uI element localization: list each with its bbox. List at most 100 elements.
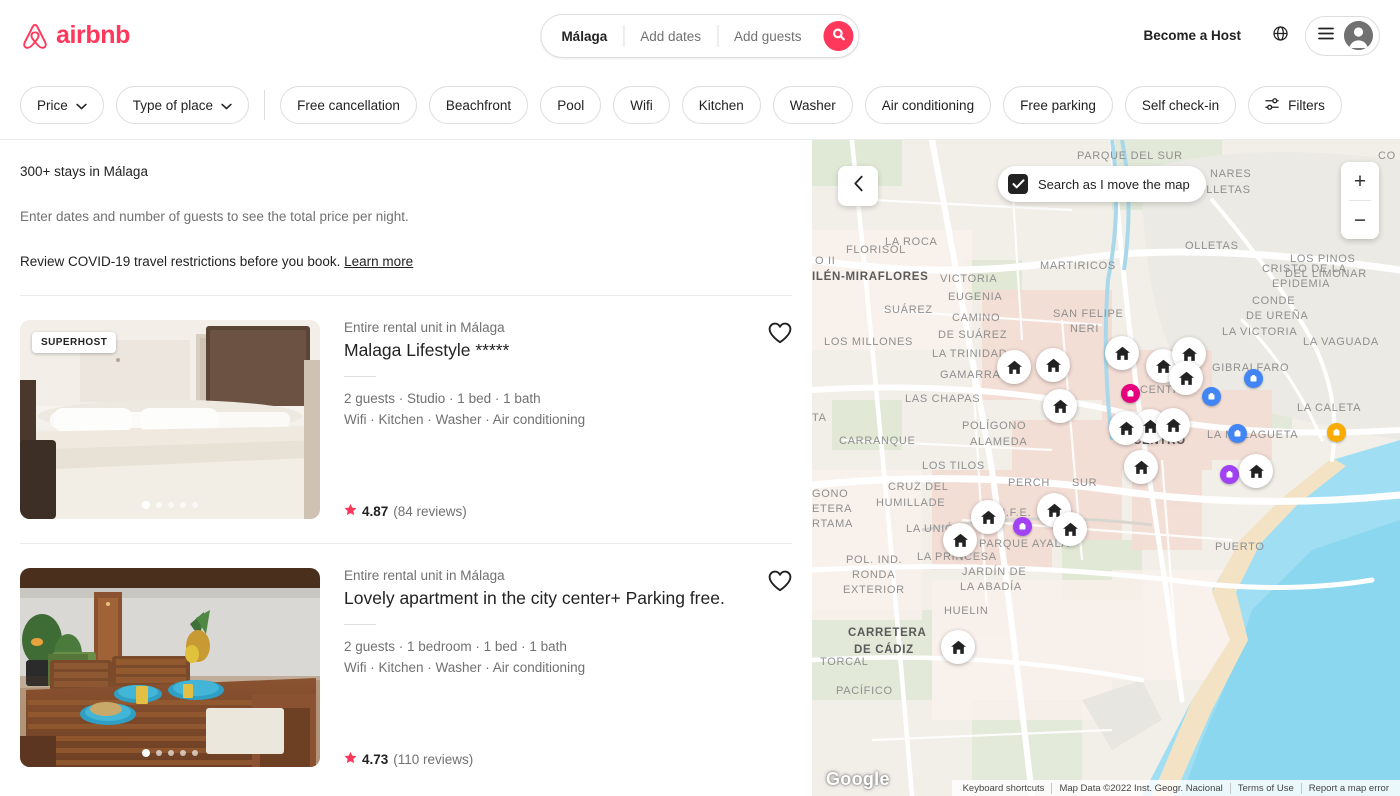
airbnb-search-page: airbnb Málaga Add dates Add guests Becom… xyxy=(0,0,1400,796)
house-marker-icon[interactable] xyxy=(997,350,1031,384)
filter-chip-free-parking[interactable]: Free parking xyxy=(1003,86,1113,124)
results-panel: 300+ stays in Málaga Enter dates and num… xyxy=(0,140,812,796)
filter-chip-washer[interactable]: Washer xyxy=(772,86,853,124)
filter-chip-free-cancellation[interactable]: Free cancellation xyxy=(280,86,417,124)
museum-poi-icon[interactable] xyxy=(1228,424,1247,443)
listing-details: Entire rental unit in Málaga Malaga Life… xyxy=(344,320,792,519)
filter-chip-air-conditioning[interactable]: Air conditioning xyxy=(864,86,992,124)
heart-outline-icon xyxy=(768,570,792,595)
header-actions: Become a Host xyxy=(1129,15,1380,56)
listing-amenities: Wifi · Kitchen · Washer · Air conditioni… xyxy=(344,659,586,675)
carousel-dot[interactable] xyxy=(142,501,150,509)
photo-carousel-dots[interactable] xyxy=(142,501,198,509)
lodging-poi-icon[interactable] xyxy=(1220,465,1239,484)
filter-type-of-place-dropdown[interactable]: Type of place xyxy=(115,86,250,124)
site-header: airbnb Málaga Add dates Add guests Becom… xyxy=(0,0,1400,71)
search-submit-button[interactable] xyxy=(823,21,854,51)
carousel-dot[interactable] xyxy=(156,750,162,756)
food-poi-icon[interactable] xyxy=(1327,423,1346,442)
house-marker-icon[interactable] xyxy=(1109,411,1143,445)
listing-title[interactable]: Malaga Lifestyle ***** xyxy=(344,340,792,362)
carousel-dot[interactable] xyxy=(142,749,150,757)
listing-review-count: (84 reviews) xyxy=(393,503,467,519)
search-dates-field[interactable]: Add dates xyxy=(624,21,717,51)
listing-divider xyxy=(344,623,376,625)
listing-title[interactable]: Lovely apartment in the city center+ Par… xyxy=(344,588,792,610)
lodging-poi-icon[interactable] xyxy=(1013,517,1032,536)
listing-rating-score: 4.87 xyxy=(362,503,389,519)
house-marker-icon[interactable] xyxy=(943,523,977,557)
search-location-field[interactable]: Málaga xyxy=(545,21,623,51)
become-a-host-link[interactable]: Become a Host xyxy=(1129,18,1255,53)
listing-capacity: 2 guests · Studio · 1 bed · 1 bath xyxy=(344,390,541,406)
house-marker-icon[interactable] xyxy=(941,630,975,664)
listing-card[interactable]: SUPERHOST Entire rental unit in Málaga M… xyxy=(20,295,792,543)
map-zoom-controls: + − xyxy=(1341,162,1379,239)
save-to-wishlist-button[interactable] xyxy=(768,322,792,344)
save-to-wishlist-button[interactable] xyxy=(768,570,792,592)
globe-icon xyxy=(1272,25,1289,47)
listing-photo-image xyxy=(20,568,320,767)
keyboard-shortcuts-link[interactable]: Keyboard shortcuts xyxy=(956,783,1052,794)
terms-of-use-link[interactable]: Terms of Use xyxy=(1229,782,1301,794)
profile-menu-button[interactable] xyxy=(1305,15,1380,56)
house-marker-icon[interactable] xyxy=(1036,348,1070,382)
listing-subtitle: Entire rental unit in Málaga xyxy=(344,568,505,583)
filters-button[interactable]: Filters xyxy=(1248,86,1342,124)
filter-chip-self-check-in[interactable]: Self check-in xyxy=(1124,86,1237,124)
map-zoom-out-button[interactable]: − xyxy=(1341,201,1379,239)
photo-carousel-dots[interactable] xyxy=(142,749,198,757)
results-count: 300+ stays in Málaga xyxy=(20,164,148,179)
carousel-dot[interactable] xyxy=(168,750,174,756)
listing-photo[interactable]: SUPERHOST xyxy=(20,320,320,519)
house-marker-icon[interactable] xyxy=(971,500,1005,534)
house-marker-icon[interactable] xyxy=(1053,512,1087,546)
search-as-i-move-toggle[interactable]: Search as I move the map xyxy=(998,166,1206,202)
carousel-dot[interactable] xyxy=(180,750,186,756)
map-collapse-button[interactable] xyxy=(838,166,878,206)
filter-chip-beachfront[interactable]: Beachfront xyxy=(428,86,529,124)
carousel-dot[interactable] xyxy=(156,502,162,508)
chevron-down-icon xyxy=(76,98,87,113)
sliders-icon xyxy=(1265,97,1280,114)
listing-capacity: 2 guests · 1 bedroom · 1 bed · 1 bath xyxy=(344,638,567,654)
listing-divider xyxy=(344,375,376,377)
search-bar[interactable]: Málaga Add dates Add guests xyxy=(540,14,860,58)
language-globe-button[interactable] xyxy=(1261,17,1299,55)
listing-rating: 4.87 (84 reviews) xyxy=(344,503,792,519)
carousel-dot[interactable] xyxy=(168,502,174,508)
listing-card[interactable]: Entire rental unit in Málaga Lovely apar… xyxy=(20,543,792,791)
listing-review-count: (110 reviews) xyxy=(393,751,474,767)
airbnb-logo[interactable]: airbnb xyxy=(20,20,130,52)
search-as-i-move-checkbox[interactable] xyxy=(1008,174,1028,194)
hamburger-menu-icon xyxy=(1318,27,1334,45)
listing-rating: 4.73 (110 reviews) xyxy=(344,751,792,767)
filter-chip-wifi[interactable]: Wifi xyxy=(613,86,670,124)
covid-learn-more-link[interactable]: Learn more xyxy=(344,254,413,269)
carousel-dot[interactable] xyxy=(180,502,186,508)
filter-type-label: Type of place xyxy=(132,97,214,113)
main-content: 300+ stays in Málaga Enter dates and num… xyxy=(0,140,1400,796)
listing-photo[interactable] xyxy=(20,568,320,767)
carousel-dot[interactable] xyxy=(192,502,198,508)
house-marker-icon[interactable] xyxy=(1105,336,1139,370)
filters-button-label: Filters xyxy=(1288,97,1325,113)
carousel-dot[interactable] xyxy=(192,750,198,756)
filter-chip-pool[interactable]: Pool xyxy=(540,86,602,124)
report-map-error-link[interactable]: Report a map error xyxy=(1300,782,1396,794)
filter-chip-kitchen[interactable]: Kitchen xyxy=(681,86,761,124)
map-zoom-in-button[interactable]: + xyxy=(1341,162,1379,200)
museum-poi-icon[interactable] xyxy=(1202,387,1221,406)
map-canvas xyxy=(812,140,1400,796)
house-marker-icon[interactable] xyxy=(1239,454,1273,488)
search-guests-field[interactable]: Add guests xyxy=(718,21,818,51)
map-panel[interactable]: PARQUE DEL SUR NARES OLLETAS CO LA ROCA FLORI… xyxy=(812,140,1400,796)
house-marker-icon[interactable] xyxy=(1169,361,1203,395)
house-marker-icon[interactable] xyxy=(1124,450,1158,484)
filter-price-label: Price xyxy=(37,97,68,113)
house-marker-icon[interactable] xyxy=(1156,408,1190,442)
shopping-poi-icon[interactable] xyxy=(1121,384,1140,403)
attraction-poi-icon[interactable] xyxy=(1244,369,1263,388)
filter-price-dropdown[interactable]: Price xyxy=(20,86,104,124)
house-marker-icon[interactable] xyxy=(1043,389,1077,423)
